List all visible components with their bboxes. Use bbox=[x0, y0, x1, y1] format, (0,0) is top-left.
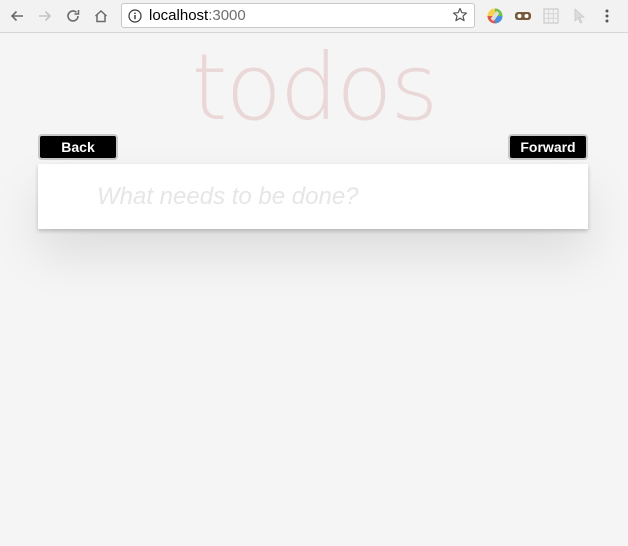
kebab-menu-icon[interactable] bbox=[598, 7, 616, 25]
url-port: :3000 bbox=[208, 7, 246, 24]
cursor-extension-icon[interactable] bbox=[570, 7, 588, 25]
back-button[interactable]: Back bbox=[38, 134, 118, 160]
arrow-left-icon[interactable] bbox=[7, 6, 27, 26]
app-title: todos bbox=[191, 34, 439, 141]
new-todo-input[interactable] bbox=[38, 164, 588, 229]
browser-toolbar: localhost:3000 bbox=[0, 0, 628, 33]
url-host: localhost bbox=[149, 7, 209, 24]
color-picker-extension-icon[interactable] bbox=[486, 7, 504, 25]
home-icon[interactable] bbox=[91, 6, 111, 26]
info-icon[interactable] bbox=[128, 9, 142, 28]
forward-button[interactable]: Forward bbox=[508, 134, 588, 160]
arrow-right-icon[interactable] bbox=[35, 6, 55, 26]
reload-icon[interactable] bbox=[63, 6, 83, 26]
url-text: localhost:3000 bbox=[149, 8, 246, 24]
star-icon[interactable] bbox=[452, 7, 468, 28]
todo-input-card bbox=[38, 164, 588, 229]
mask-extension-icon[interactable] bbox=[514, 7, 532, 25]
address-bar[interactable]: localhost:3000 bbox=[121, 3, 475, 28]
grid-extension-icon[interactable] bbox=[542, 7, 560, 25]
